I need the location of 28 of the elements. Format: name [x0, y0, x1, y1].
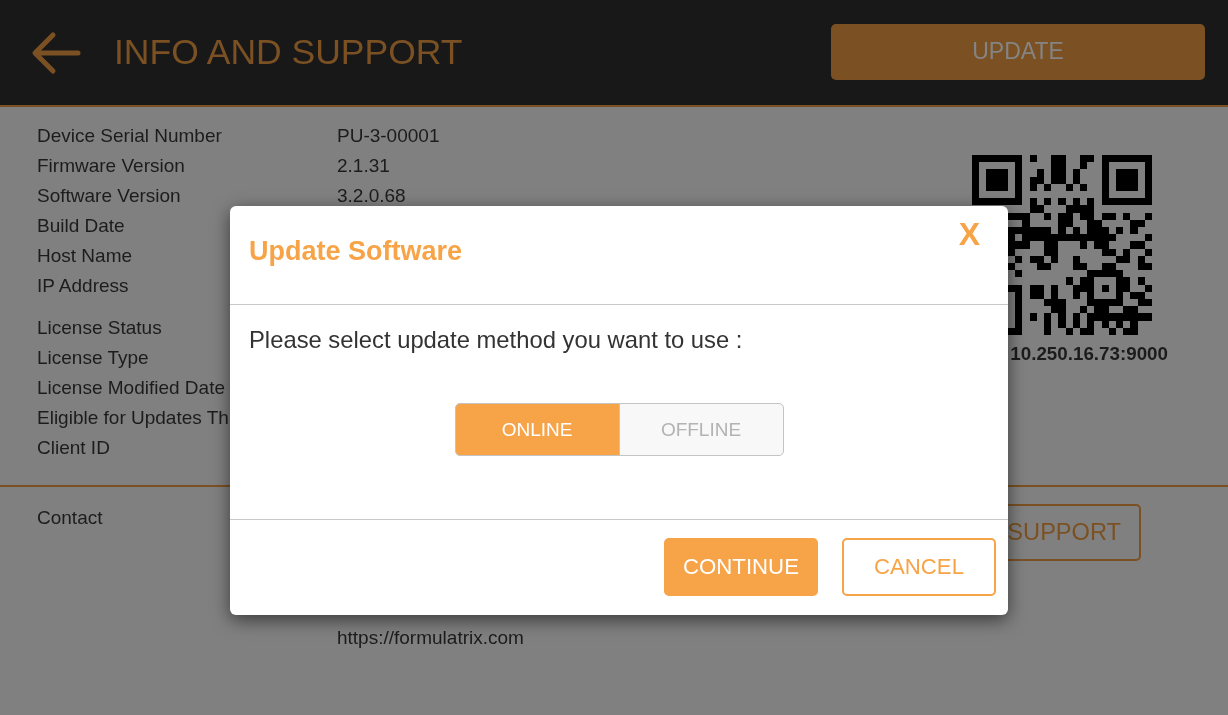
license-label: License Type: [37, 346, 149, 370]
dialog-title: Update Software: [249, 235, 463, 267]
license-label: Client ID: [37, 436, 110, 460]
method-option[interactable]: OFFLINE: [618, 403, 784, 456]
license-label: License Modified Date: [37, 376, 225, 400]
info-value: PU-3-00001: [337, 127, 440, 145]
info-label: Host Name: [37, 244, 133, 268]
website-url: https://formulatrix.com: [337, 626, 524, 650]
license-label: License Status: [37, 316, 162, 340]
arrow-left-icon: [31, 30, 81, 75]
info-label: Device Serial Number: [37, 124, 222, 148]
ip-address: 10.250.16.73:9000: [1010, 343, 1168, 365]
info-label: IP Address: [37, 274, 129, 298]
info-value: 3.2.0.68: [337, 187, 406, 205]
dialog-message: Please select update method you want to use :: [249, 326, 743, 354]
method-option[interactable]: ONLINE: [454, 403, 620, 456]
back-button[interactable]: [31, 30, 81, 75]
close-button[interactable]: X: [958, 219, 980, 249]
contact-label: Contact: [37, 506, 103, 530]
info-label: Build Date: [37, 214, 125, 238]
cancel-button[interactable]: CANCEL: [842, 538, 996, 596]
info-label: Firmware Version: [37, 154, 185, 178]
info-label: Software Version: [37, 184, 181, 208]
page-title: INFO AND SUPPORT: [114, 34, 463, 71]
license-label: Eligible for Updates Th: [37, 406, 229, 430]
info-value: 2.1.31: [337, 157, 390, 175]
continue-button[interactable]: CONTINUE: [664, 538, 818, 596]
update-button[interactable]: UPDATE: [831, 23, 1205, 80]
